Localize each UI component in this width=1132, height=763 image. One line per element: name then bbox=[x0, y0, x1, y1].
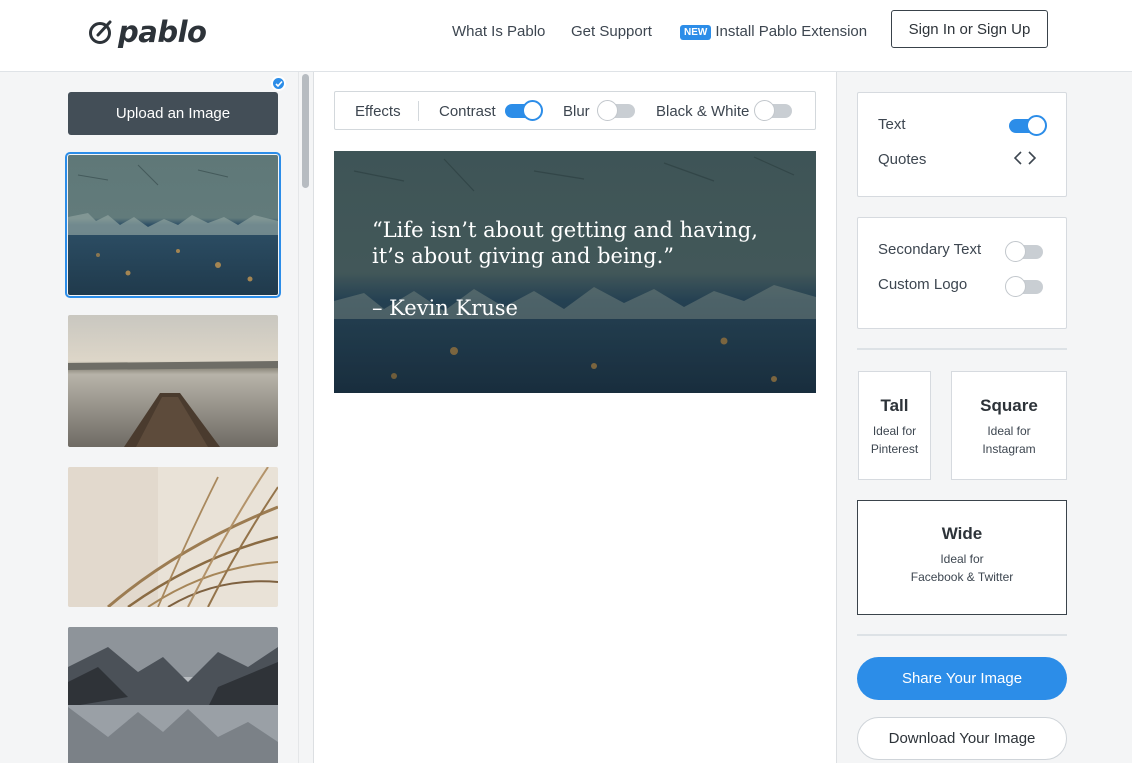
text-toggle[interactable] bbox=[1009, 115, 1047, 136]
chevron-left-icon[interactable] bbox=[1014, 151, 1022, 165]
nav-get-support[interactable]: Get Support bbox=[571, 23, 652, 41]
secondary-text-toggle[interactable] bbox=[1005, 241, 1043, 262]
size-tall-title: Tall bbox=[880, 396, 909, 415]
size-square-sub2: Instagram bbox=[982, 442, 1036, 456]
top-header: pablo What Is Pablo Get Support NEW Inst… bbox=[0, 0, 1132, 72]
effects-toolbar: Effects Contrast Blur Black & White bbox=[334, 91, 816, 130]
size-wide-sub1: Ideal for bbox=[940, 552, 984, 566]
chevron-right-icon[interactable] bbox=[1028, 151, 1036, 165]
quotes-nav bbox=[1014, 151, 1036, 165]
image-thumbnail-mountain-lake[interactable] bbox=[68, 627, 278, 763]
canvas-background-image bbox=[334, 151, 816, 393]
custom-logo-label: Custom Logo bbox=[878, 276, 968, 293]
image-canvas[interactable]: “Life isn’t about getting and having, it… bbox=[334, 151, 816, 393]
pablo-logo-icon bbox=[89, 20, 112, 44]
black-white-toggle[interactable] bbox=[754, 100, 792, 121]
options-divider bbox=[857, 348, 1067, 350]
download-image-button[interactable]: Download Your Image bbox=[857, 717, 1067, 760]
dried-grass-image bbox=[68, 467, 278, 607]
size-wide-sub2: Facebook & Twitter bbox=[910, 570, 1014, 584]
pier-lake-image bbox=[68, 315, 278, 447]
size-tall-sub2: Pinterest bbox=[870, 442, 919, 456]
secondary-text-label: Secondary Text bbox=[878, 241, 982, 258]
nav-what-is-pablo[interactable]: What Is Pablo bbox=[452, 23, 545, 41]
blur-toggle[interactable] bbox=[597, 100, 635, 121]
new-badge: NEW bbox=[680, 24, 712, 40]
contrast-label: Contrast bbox=[439, 103, 496, 120]
mountain-lake-image bbox=[68, 627, 278, 763]
effects-label: Effects bbox=[355, 103, 401, 120]
image-thumbnail-peeling-wall[interactable] bbox=[65, 152, 281, 298]
effects-divider bbox=[418, 101, 419, 121]
size-wide-title: Wide bbox=[941, 524, 983, 543]
share-image-button[interactable]: Share Your Image bbox=[857, 657, 1067, 700]
size-wide-card[interactable]: Wide Ideal for Facebook & Twitter bbox=[857, 500, 1067, 615]
selected-check-icon bbox=[271, 76, 286, 91]
logo-text: pablo bbox=[118, 15, 207, 49]
size-tall-sub1: Ideal for bbox=[872, 424, 917, 438]
quotes-option-label: Quotes bbox=[878, 151, 927, 168]
extra-options-card: Secondary Text Custom Logo bbox=[857, 217, 1067, 329]
blur-label: Blur bbox=[563, 103, 590, 120]
contrast-toggle[interactable] bbox=[505, 100, 543, 121]
text-options-card: Text Quotes bbox=[857, 92, 1067, 197]
image-thumbnail-dried-grass[interactable] bbox=[68, 467, 278, 607]
size-square-title: Square bbox=[980, 396, 1038, 415]
custom-logo-toggle[interactable] bbox=[1005, 276, 1043, 297]
image-thumbnail-pier-lake[interactable] bbox=[68, 315, 278, 447]
nav-install-extension-label: Install Pablo Extension bbox=[715, 23, 868, 40]
peeling-wall-image bbox=[68, 155, 278, 295]
nav-install-extension[interactable]: NEW Install Pablo Extension bbox=[680, 23, 867, 41]
actions-divider bbox=[857, 634, 1067, 636]
size-square-card[interactable]: Square Ideal for Instagram bbox=[951, 371, 1067, 480]
black-white-label: Black & White bbox=[656, 103, 750, 120]
quote-author[interactable]: – Kevin Kruse bbox=[372, 296, 518, 320]
size-tall-card[interactable]: Tall Ideal for Pinterest bbox=[858, 371, 931, 480]
upload-image-button[interactable]: Upload an Image bbox=[68, 92, 278, 135]
scrollbar-thumb[interactable] bbox=[302, 74, 309, 188]
image-library-panel: Upload an Image bbox=[0, 72, 298, 763]
size-square-sub1: Ideal for bbox=[987, 424, 1031, 438]
text-option-label: Text bbox=[878, 116, 906, 133]
quote-text[interactable]: “Life isn’t about getting and having, it… bbox=[372, 217, 792, 269]
sign-in-button[interactable]: Sign In or Sign Up bbox=[891, 10, 1048, 48]
pablo-logo[interactable]: pablo bbox=[88, 14, 207, 50]
